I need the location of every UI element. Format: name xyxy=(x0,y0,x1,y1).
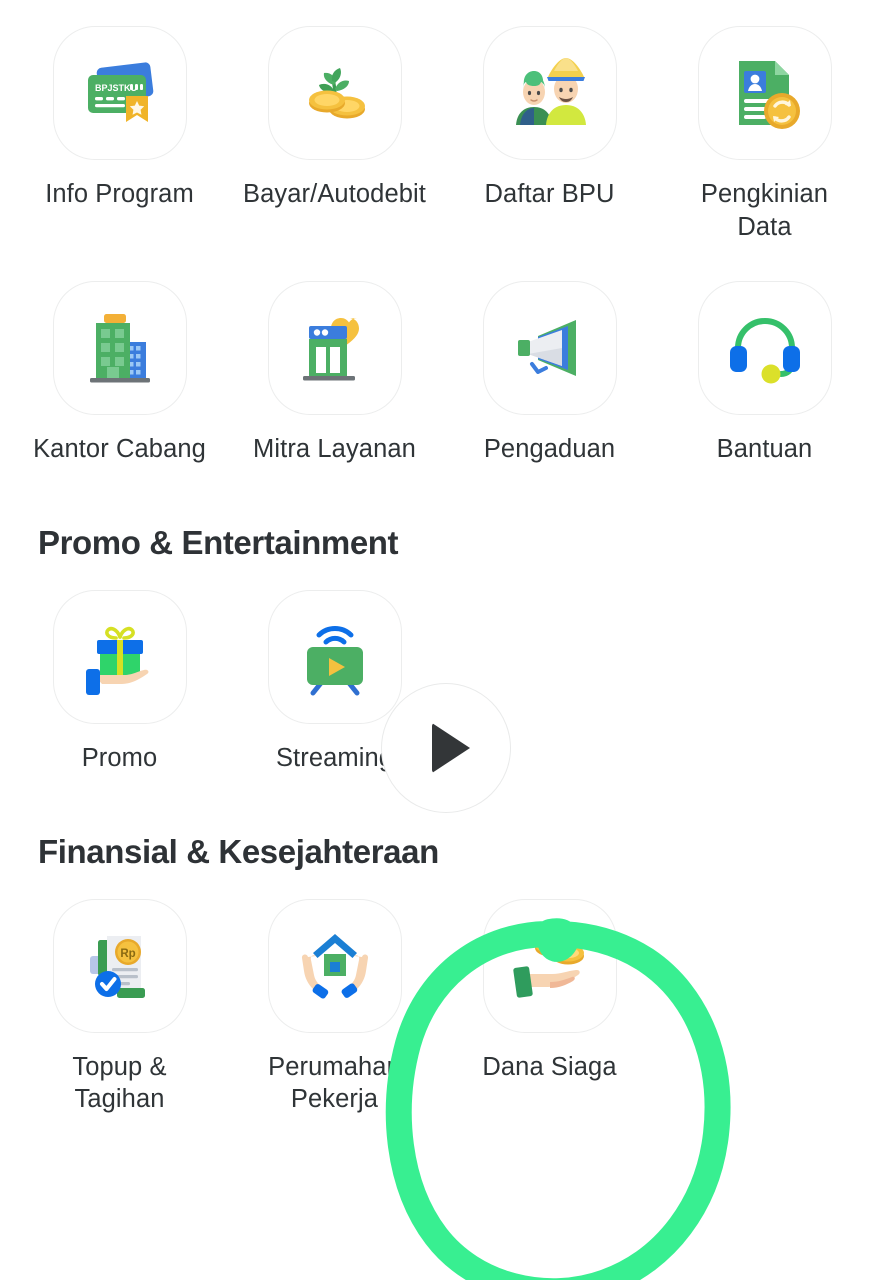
menu-tile-label: Pengkinian Data xyxy=(700,180,829,241)
membership-card-icon: BPJSTKU xyxy=(52,26,187,160)
office-building-icon xyxy=(52,281,187,416)
menu-tile-label: Topup & Tagihan xyxy=(72,1052,167,1114)
menu-grid-row-1: BPJSTKU Info Program Bayar/Autodebit Daf… xyxy=(0,26,891,243)
storefront-heart-icon xyxy=(267,281,402,416)
menu-tile-label: Pengaduan xyxy=(483,435,616,464)
menu-tile-kantor-cabang[interactable]: Kantor Cabang xyxy=(12,281,227,466)
menu-grid-row-2: Kantor Cabang Mitra Layanan Pengaduan Ba… xyxy=(0,281,891,466)
bill-receipt-rp-icon: Rp xyxy=(52,898,187,1033)
cash-coins-hand-icon xyxy=(482,898,617,1033)
menu-tile-label: Bayar/Autodebit xyxy=(243,180,426,208)
menu-tile-bayar-autodebit[interactable]: Bayar/Autodebit xyxy=(227,26,442,243)
headset-icon xyxy=(697,281,832,416)
coins-sprout-icon xyxy=(267,26,402,160)
menu-tile-dana-siaga[interactable]: Dana Siaga xyxy=(442,898,657,1116)
menu-tile-pengaduan[interactable]: Pengaduan xyxy=(442,281,657,466)
menu-tile-label: Kantor Cabang xyxy=(33,435,206,464)
section-grid-finansial: Rp Topup & Tagihan Perumahan Pekerja Dan… xyxy=(0,898,891,1116)
document-refresh-icon xyxy=(697,26,832,160)
menu-tile-label: Promo xyxy=(81,743,158,772)
menu-tile-bantuan[interactable]: Bantuan xyxy=(657,281,872,466)
tv-play-icon xyxy=(267,589,402,724)
house-in-hands-icon xyxy=(267,898,402,1033)
menu-tile-label: Streaming xyxy=(275,743,394,772)
menu-tile-label: Bantuan xyxy=(716,435,813,464)
menu-tile-topup-tagihan[interactable]: Rp Topup & Tagihan xyxy=(12,898,227,1116)
section-title-promo: Promo & Entertainment xyxy=(38,523,399,561)
menu-tile-daftar-bpu[interactable]: Daftar BPU xyxy=(442,26,657,243)
app-screen: BPJSTKU Info Program Bayar/Autodebit Daf… xyxy=(0,0,891,1280)
megaphone-icon xyxy=(482,281,617,416)
section-title-finansial: Finansial & Kesejahteraan xyxy=(38,832,439,870)
menu-tile-pengkinian-data[interactable]: Pengkinian Data xyxy=(657,26,872,243)
menu-tile-label: Dana Siaga xyxy=(482,1052,617,1081)
gift-in-hand-icon xyxy=(52,589,187,724)
menu-tile-mitra-layanan[interactable]: Mitra Layanan xyxy=(227,281,442,466)
menu-tile-label: Perumahan Pekerja xyxy=(268,1052,401,1114)
two-workers-icon xyxy=(482,26,617,160)
menu-tile-label: Mitra Layanan xyxy=(253,435,416,464)
menu-tile-label: Info Program xyxy=(45,180,194,208)
menu-tile-promo[interactable]: Promo xyxy=(12,589,227,775)
play-triangle-icon xyxy=(432,723,470,773)
menu-tile-label: Daftar BPU xyxy=(484,180,615,208)
play-cursor-overlay[interactable] xyxy=(381,683,511,813)
menu-tile-perumahan-pekerja[interactable]: Perumahan Pekerja xyxy=(227,898,442,1116)
menu-tile-info-program[interactable]: BPJSTKU Info Program xyxy=(12,26,227,243)
svg-text:Rp: Rp xyxy=(120,948,135,960)
